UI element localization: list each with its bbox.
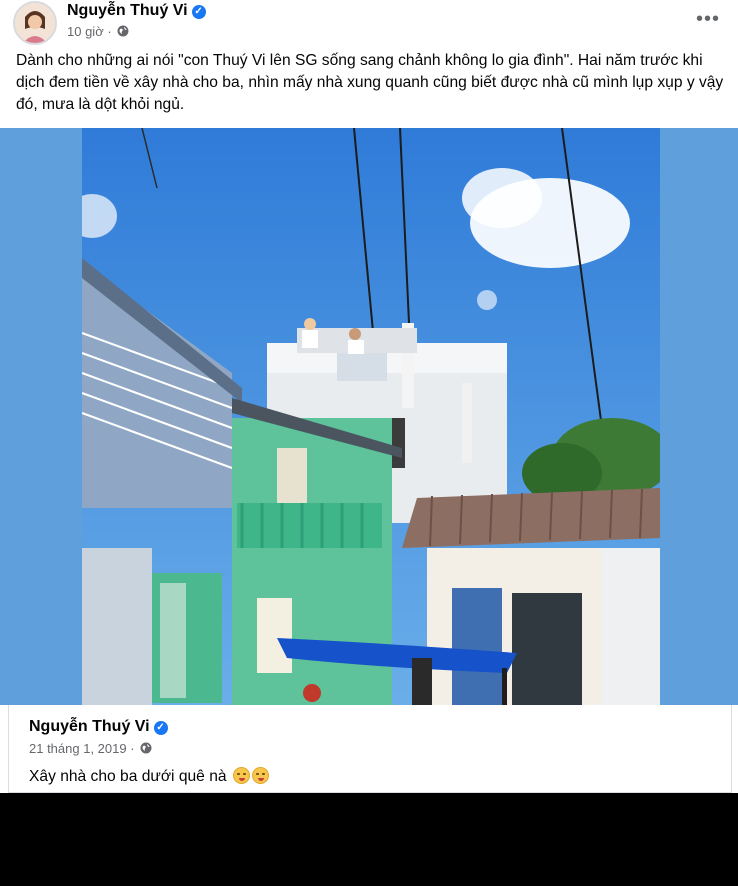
smiling-face-emoji-icon [251, 767, 269, 784]
post-time[interactable]: 10 giờ · [67, 24, 112, 39]
house-photo-illustration [82, 128, 660, 705]
shared-post-meta: 21 tháng 1, 2019 · [29, 741, 152, 756]
author-name-row[interactable]: Nguyễn Thuý Vi ✓ [67, 2, 206, 20]
shared-post-date[interactable]: 21 tháng 1, 2019 · [29, 741, 135, 756]
shared-author-row[interactable]: Nguyễn Thuý Vi ✓ [29, 718, 168, 736]
more-horizontal-icon[interactable]: ••• [696, 8, 720, 31]
shared-author-name[interactable]: Nguyễn Thuý Vi [29, 718, 150, 735]
post-photo[interactable] [82, 128, 660, 705]
author-avatar[interactable] [13, 1, 57, 45]
post-text: Dành cho những ai nói "con Thuý Vi lên S… [16, 52, 724, 113]
globe-icon [140, 742, 152, 754]
shared-post-card[interactable]: Nguyễn Thuý Vi ✓ 21 tháng 1, 2019 · Xây n… [8, 705, 732, 793]
avatar-image [15, 3, 55, 43]
verified-badge-icon: ✓ [191, 5, 206, 19]
smiling-face-emoji-icon [232, 767, 250, 784]
verified-badge-icon: ✓ [153, 721, 168, 735]
post-meta: 10 giờ · [67, 24, 129, 39]
globe-icon [117, 25, 129, 37]
author-name[interactable]: Nguyễn Thuý Vi [67, 2, 188, 19]
black-bar [0, 793, 738, 886]
post-photo-container[interactable] [0, 128, 738, 705]
shared-post-text-row: Xây nhà cho ba dưới quê nà [29, 767, 269, 786]
shared-post-text: Xây nhà cho ba dưới quê nà [29, 768, 227, 785]
post-header: Nguyễn Thuý Vi ✓ 10 giờ · ••• [0, 0, 738, 48]
